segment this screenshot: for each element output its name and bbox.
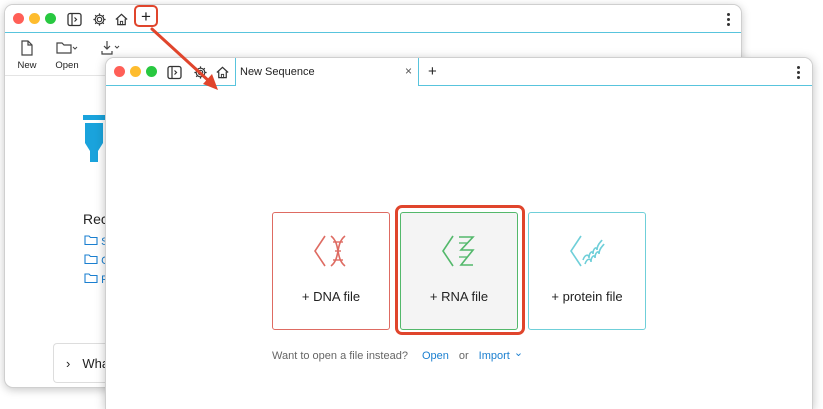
- title-bar: [5, 5, 741, 33]
- or-text: or: [458, 349, 469, 362]
- open-file-row: Want to open a file instead? Open or Imp…: [272, 346, 523, 362]
- new-protein-file-card[interactable]: + protein file: [528, 212, 646, 330]
- new-tab-button[interactable]: +: [428, 63, 437, 80]
- new-dna-file-card[interactable]: + DNA file: [272, 212, 390, 330]
- sidebar-toggle-icon[interactable]: [65, 10, 83, 28]
- gear-icon[interactable]: [191, 63, 209, 81]
- import-link[interactable]: Import: [479, 350, 510, 362]
- new-label: New: [17, 60, 37, 71]
- tab-new-sequence[interactable]: New Sequence ×: [235, 58, 419, 86]
- minimize-window-button[interactable]: [130, 66, 141, 77]
- folder-icon: [84, 273, 98, 284]
- open-prompt-text: Want to open a file instead?: [272, 349, 408, 362]
- folder-icon: [56, 38, 78, 58]
- file-icon: [20, 38, 34, 58]
- zoom-window-button[interactable]: [45, 13, 56, 24]
- rna-card-highlight: [395, 205, 525, 335]
- app-logo: [83, 115, 105, 162]
- plus-icon: +: [141, 6, 151, 26]
- minimize-window-button[interactable]: [29, 13, 40, 24]
- folder-icon: [84, 254, 98, 265]
- protein-icon: [567, 233, 607, 269]
- new-sequence-window: New Sequence × + + DNA file + RNA file +…: [105, 57, 813, 409]
- close-window-button[interactable]: [114, 66, 125, 77]
- close-tab-icon[interactable]: ×: [405, 64, 412, 78]
- open-label: Open: [55, 60, 79, 71]
- new-button[interactable]: New: [7, 38, 47, 71]
- zoom-window-button[interactable]: [146, 66, 157, 77]
- dna-file-label: + DNA file: [301, 289, 361, 304]
- more-menu-icon[interactable]: [723, 10, 733, 28]
- close-window-button[interactable]: [13, 13, 24, 24]
- add-tab-button[interactable]: +: [134, 5, 158, 27]
- open-button[interactable]: Open: [47, 38, 87, 71]
- tab-title: New Sequence: [240, 66, 315, 78]
- chevron-down-icon[interactable]: ⌄: [514, 346, 523, 359]
- stage: New Open Im Rec S: [0, 0, 823, 409]
- sidebar-toggle-icon[interactable]: [165, 63, 183, 81]
- home-icon[interactable]: [112, 10, 130, 28]
- chevron-right-icon: ›: [66, 355, 71, 371]
- gear-icon[interactable]: [90, 10, 108, 28]
- protein-file-label: + protein file: [551, 289, 623, 304]
- dna-icon: [311, 233, 351, 269]
- open-link[interactable]: Open: [422, 350, 449, 362]
- title-bar: New Sequence × +: [106, 58, 812, 86]
- download-icon: [100, 38, 122, 58]
- home-icon[interactable]: [213, 63, 231, 81]
- more-menu-icon[interactable]: [793, 63, 803, 81]
- folder-icon: [84, 235, 98, 246]
